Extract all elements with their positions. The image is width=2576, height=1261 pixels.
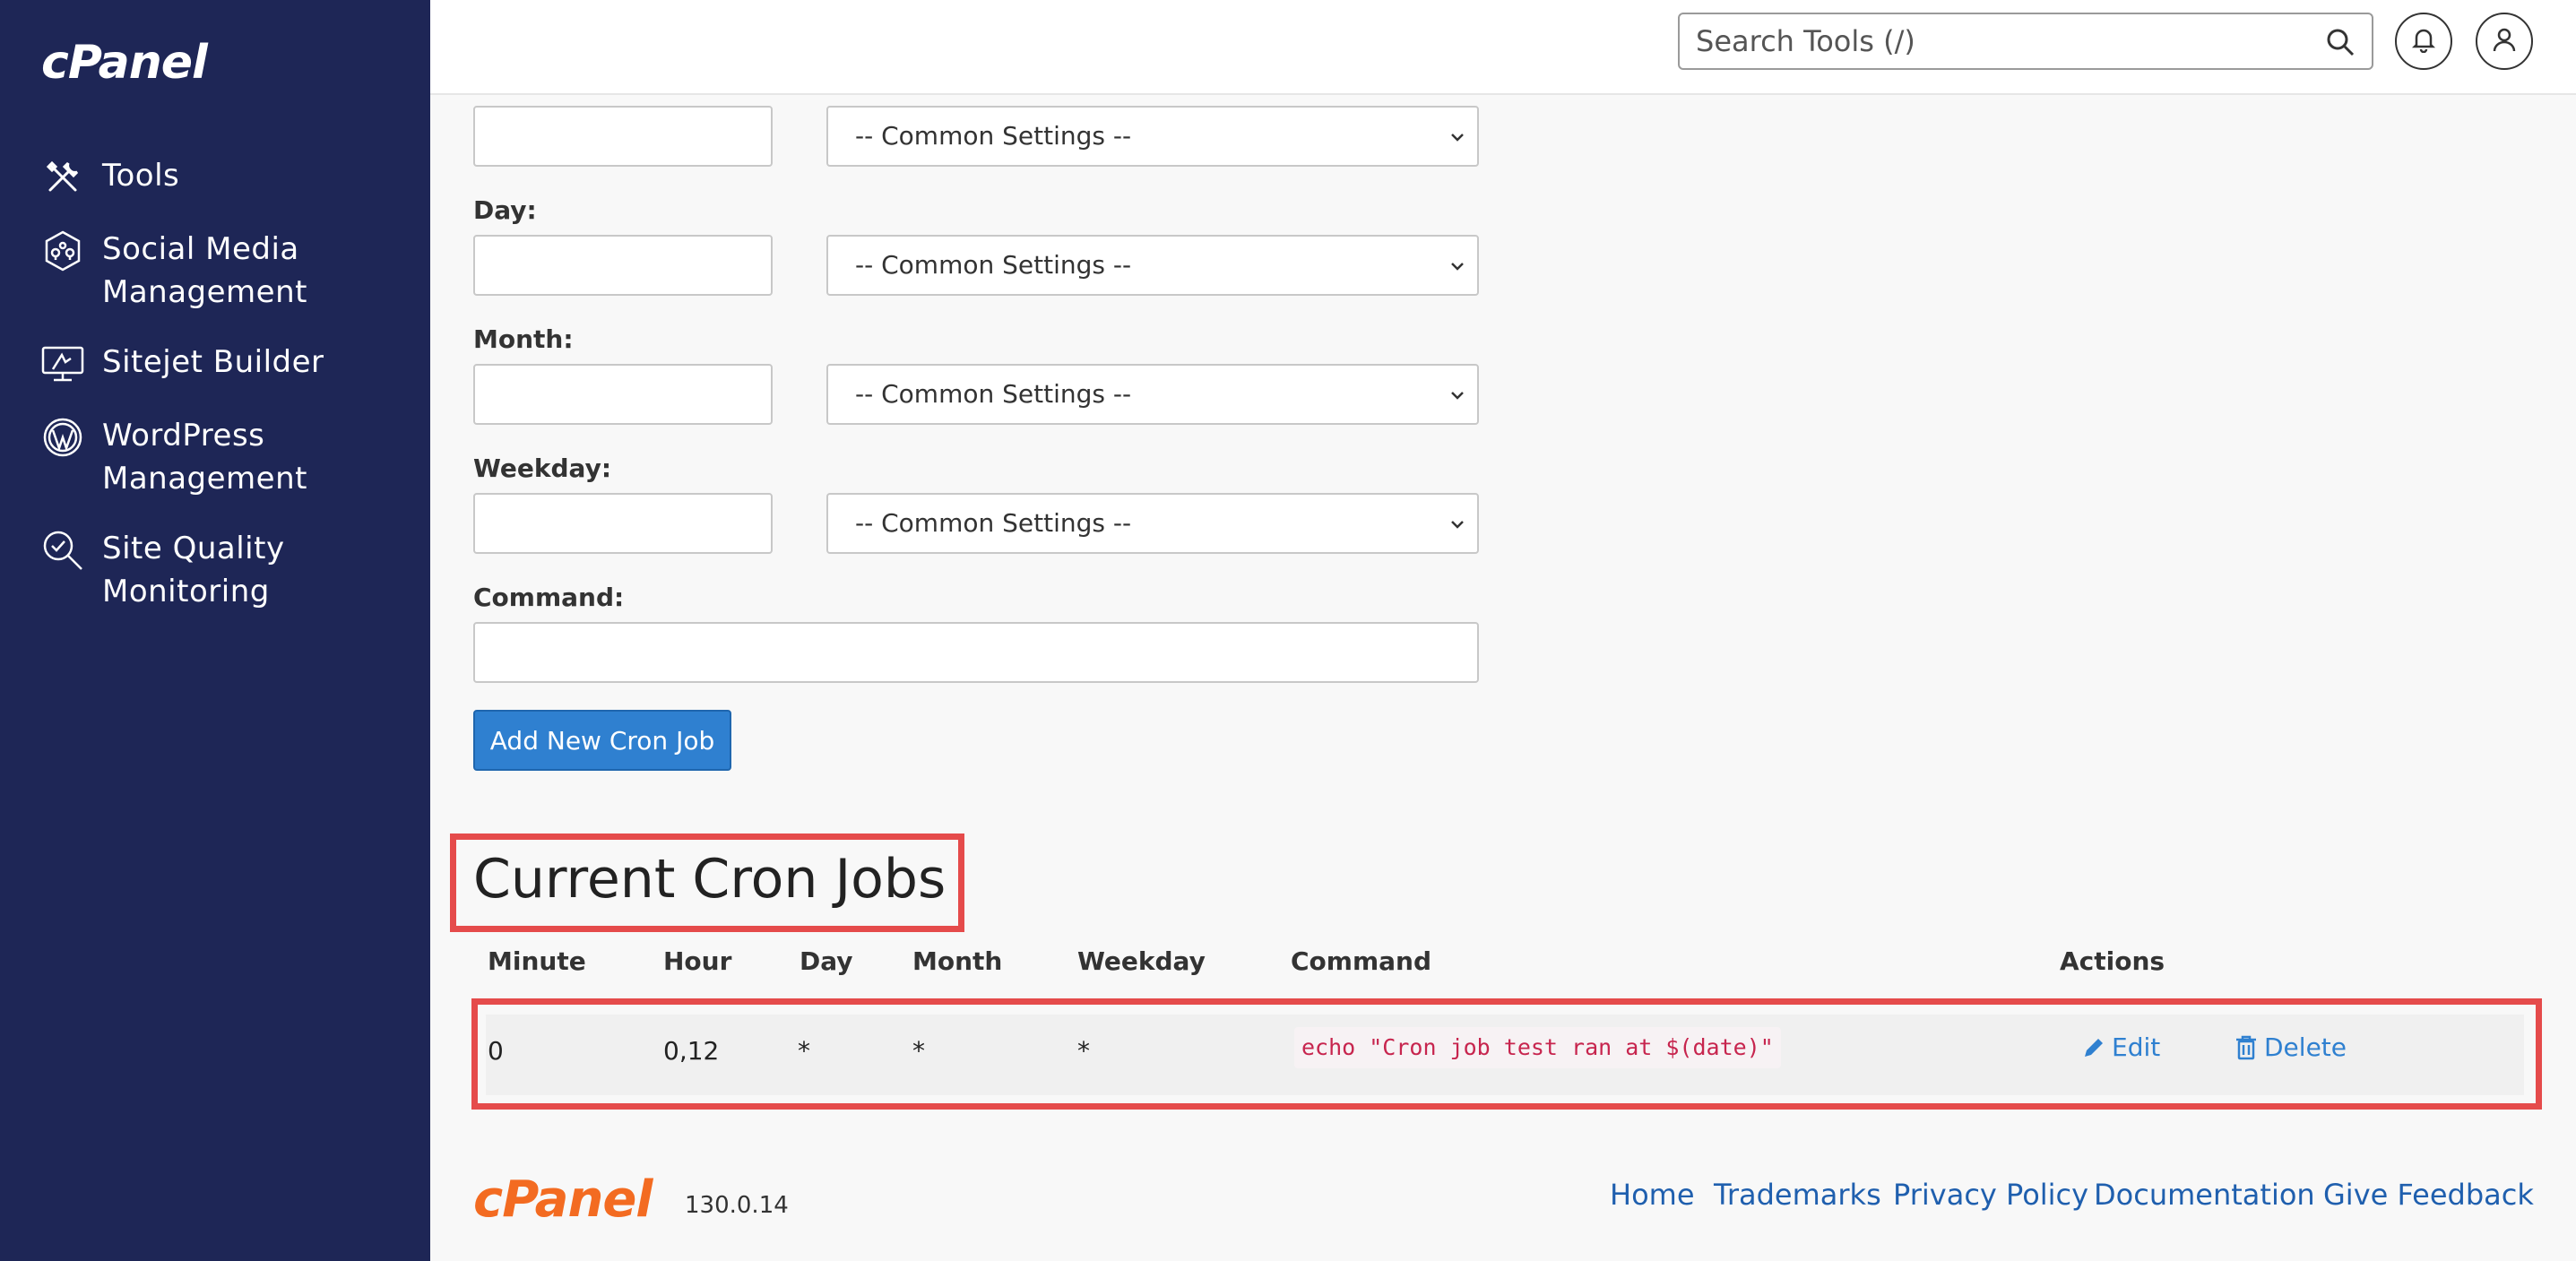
command-label: Command: <box>473 583 625 612</box>
column-header-minute: Minute <box>488 946 586 976</box>
main-content: -- Common Settings -- Day: -- Common Set… <box>430 95 2576 1261</box>
cpanel-logo[interactable]: cPanel <box>41 36 208 90</box>
notifications-button[interactable] <box>2395 13 2452 70</box>
month-label: Month: <box>473 324 574 354</box>
column-header-day: Day <box>800 946 853 976</box>
hour-input[interactable] <box>473 106 773 167</box>
edit-button[interactable]: Edit <box>2081 1032 2160 1062</box>
cell-hour: 0,12 <box>663 1036 720 1066</box>
day-common-settings-select[interactable]: -- Common Settings -- <box>826 235 1479 296</box>
user-icon <box>2491 26 2518 56</box>
cell-weekday: * <box>1077 1036 1090 1066</box>
day-input[interactable] <box>473 235 773 296</box>
section-title: Current Cron Jobs <box>473 848 947 911</box>
footer-link-home[interactable]: Home <box>1610 1178 1695 1212</box>
weekday-label: Weekday: <box>473 453 612 483</box>
wordpress-icon <box>39 414 86 461</box>
cell-minute: 0 <box>488 1036 504 1066</box>
select-value: -- Common Settings -- <box>855 508 1132 538</box>
sitejet-icon <box>39 341 86 387</box>
weekday-common-settings-select[interactable]: -- Common Settings -- <box>826 493 1479 554</box>
logo-text: cPanel <box>41 36 208 90</box>
weekday-input[interactable] <box>473 493 773 554</box>
add-new-cron-job-button[interactable]: Add New Cron Job <box>473 710 731 771</box>
day-label: Day: <box>473 195 537 225</box>
sidebar-item-label: WordPress Management <box>102 418 307 497</box>
column-header-command: Command <box>1291 946 1432 976</box>
sidebar-item-label: Social Media Management <box>102 231 307 310</box>
cell-command: echo "Cron job test ran at $(date)" <box>1294 1027 1781 1068</box>
delete-label: Delete <box>2264 1032 2347 1062</box>
column-header-hour: Hour <box>663 946 732 976</box>
user-menu-button[interactable] <box>2476 13 2533 70</box>
column-header-month: Month <box>912 946 1003 976</box>
select-value: -- Common Settings -- <box>855 379 1132 409</box>
sidebar: cPanel Tools Social Media Management Sit… <box>0 0 430 1261</box>
site-quality-icon <box>39 527 86 574</box>
footer-link-give-feedback[interactable]: Give Feedback <box>2323 1178 2534 1212</box>
edit-label: Edit <box>2112 1032 2161 1062</box>
sidebar-item-site-quality[interactable]: Site Quality Monitoring <box>39 527 416 613</box>
footer-link-trademarks[interactable]: Trademarks <box>1714 1178 1881 1212</box>
chevron-down-icon <box>1451 392 1464 400</box>
search-box <box>1678 13 2373 70</box>
month-input[interactable] <box>473 364 773 425</box>
footer-cpanel-logo[interactable]: cPanel <box>473 1170 653 1229</box>
sidebar-item-label: Sitejet Builder <box>102 344 324 380</box>
chevron-down-icon <box>1451 521 1464 529</box>
sidebar-item-wordpress[interactable]: WordPress Management <box>39 414 416 500</box>
column-header-actions: Actions <box>2060 946 2165 976</box>
chevron-down-icon <box>1451 134 1464 142</box>
select-value: -- Common Settings -- <box>855 121 1132 151</box>
social-media-icon <box>39 228 86 274</box>
column-header-weekday: Weekday <box>1077 946 1206 976</box>
sidebar-item-tools[interactable]: Tools <box>39 154 416 201</box>
footer-link-privacy-policy[interactable]: Privacy Policy <box>1893 1178 2088 1212</box>
footer-link-documentation[interactable]: Documentation <box>2094 1178 2315 1212</box>
pencil-icon <box>2085 1038 2103 1057</box>
search-icon[interactable] <box>2325 27 2356 57</box>
cell-month: * <box>912 1036 925 1066</box>
sidebar-item-label: Site Quality Monitoring <box>102 531 285 609</box>
search-input[interactable] <box>1696 14 2305 68</box>
trash-icon <box>2236 1035 2256 1059</box>
top-header <box>430 0 2576 95</box>
tools-icon <box>39 154 86 201</box>
sidebar-item-sitejet[interactable]: Sitejet Builder <box>39 341 416 387</box>
select-value: -- Common Settings -- <box>855 250 1132 280</box>
sidebar-item-social-media[interactable]: Social Media Management <box>39 228 416 314</box>
cell-day: * <box>798 1036 810 1066</box>
bell-icon <box>2410 26 2437 56</box>
sidebar-item-label: Tools <box>102 158 180 194</box>
command-input[interactable] <box>473 622 1479 683</box>
sidebar-nav: Tools Social Media Management Sitejet Bu… <box>39 154 416 640</box>
chevron-down-icon <box>1451 263 1464 271</box>
version-number: 130.0.14 <box>685 1192 789 1219</box>
hour-common-settings-select[interactable]: -- Common Settings -- <box>826 106 1479 167</box>
delete-button[interactable]: Delete <box>2234 1032 2347 1062</box>
month-common-settings-select[interactable]: -- Common Settings -- <box>826 364 1479 425</box>
